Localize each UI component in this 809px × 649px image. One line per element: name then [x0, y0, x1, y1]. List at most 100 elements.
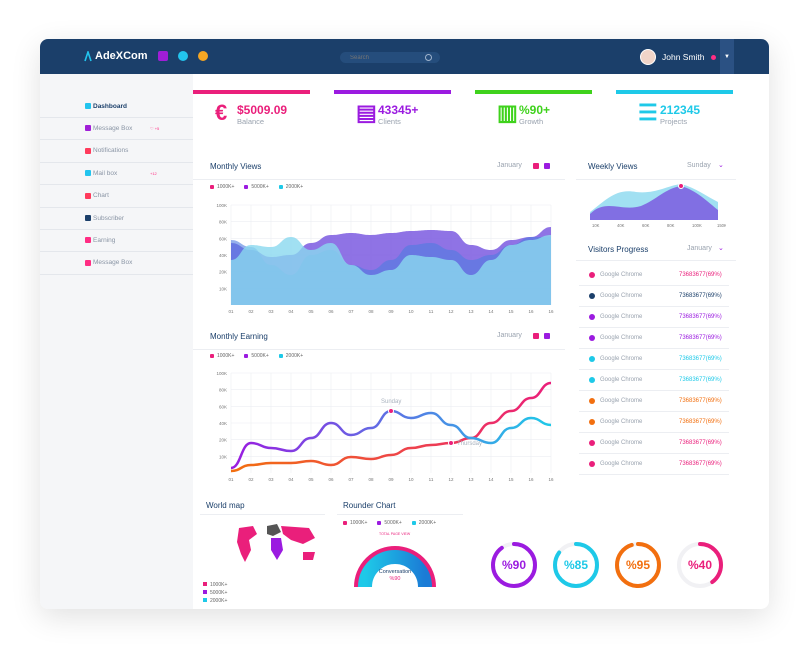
chevron-down-icon: ▼	[724, 53, 730, 60]
header-icon-group	[158, 51, 208, 61]
stat-icon: €	[215, 100, 228, 125]
user-profile[interactable]: John Smith	[640, 49, 716, 65]
avatar[interactable]	[640, 49, 656, 65]
chrome-icon	[589, 314, 595, 320]
sidebar-item-chart[interactable]: Chart	[40, 185, 193, 208]
sidebar-item-subscriber[interactable]: Subscriber	[40, 207, 193, 230]
visitor-count: 73683677(69%)	[679, 335, 722, 341]
user-name: John Smith	[662, 52, 705, 62]
visitor-count: 73683677(69%)	[679, 377, 722, 383]
chrome-icon	[589, 377, 595, 383]
legend-entry: 1000K+	[210, 184, 234, 190]
weekly-views-day: Sunday	[687, 162, 711, 169]
visitor-count: 73683677(69%)	[679, 314, 722, 320]
sidebar-item-mail-box[interactable]: Mail box +12	[40, 162, 193, 186]
legend-label: 1000K+	[210, 582, 228, 588]
stat-card-balance[interactable]: € $5009.09 Balance	[193, 90, 310, 130]
stat-card-growth[interactable]: ▥ %90+ Growth	[475, 90, 592, 130]
legend-swatch	[411, 521, 416, 525]
legend-entry: 1000K+	[210, 353, 234, 359]
legend-label: 1000K+	[217, 353, 235, 359]
mail-icon[interactable]	[158, 51, 168, 61]
chrome-icon	[589, 398, 595, 404]
y-tick-label: 100K	[216, 203, 227, 208]
visitor-row[interactable]: Google Chrome 73683677(69%)	[579, 433, 729, 454]
divider	[193, 179, 565, 180]
logo-mark-icon	[84, 50, 92, 61]
gauge-center-label: Conversation	[378, 569, 412, 575]
highlight-point[interactable]	[678, 183, 684, 189]
stat-card-projects[interactable]: ☰ 212345 Projects	[616, 90, 733, 130]
x-tick-label: 02	[248, 477, 254, 482]
sidebar-item-dashboard[interactable]: Dashboard	[40, 95, 193, 118]
sidebar: Dashboard Message Box ♡ +5 Notifications Mai…	[40, 74, 193, 609]
legend-swatch	[210, 354, 214, 358]
sidebar-item-badge: ♡ +5	[150, 125, 160, 131]
stat-label: Clients	[378, 117, 401, 126]
legend-label: 5000K+	[384, 520, 402, 526]
chrome-icon	[589, 440, 595, 446]
stat-value: $5009.09	[237, 103, 288, 117]
visitor-row[interactable]: Google Chrome 73683677(69%)	[579, 349, 729, 370]
visitor-row[interactable]: Google Chrome 73683677(69%)	[579, 286, 729, 307]
dashboard-window: AdeXCom John Smith ▼ Dashboard Message Bo…	[40, 39, 769, 609]
visitor-row[interactable]: Google Chrome 73683677(69%)	[579, 265, 729, 286]
stat-value: 43345+	[378, 103, 419, 117]
main-content: € $5009.09 Balance ▤ 43345+ Clients ▥ %90+ Growt…	[193, 74, 769, 609]
legend-swatch	[210, 185, 214, 189]
visitor-row[interactable]: Google Chrome 73683677(69%)	[579, 307, 729, 328]
search-input[interactable]	[350, 52, 420, 63]
x-tick-label: 10	[408, 309, 414, 314]
visitor-row[interactable]: Google Chrome 73683677(69%)	[579, 391, 729, 412]
heart-icon	[85, 237, 91, 244]
chrome-icon	[589, 419, 595, 425]
x-tick-label: 11	[429, 309, 434, 314]
fish-icon[interactable]	[198, 51, 208, 61]
chrome-icon	[589, 461, 595, 467]
visitor-count: 73683677(69%)	[679, 356, 722, 362]
visitor-row[interactable]: Google Chrome 73683677(69%)	[579, 454, 729, 475]
next-month-button[interactable]	[544, 333, 550, 339]
chevron-down-icon[interactable]: ⌄	[718, 161, 724, 169]
divider	[200, 514, 325, 515]
monitor-icon	[85, 125, 91, 132]
alarm-icon[interactable]	[178, 51, 188, 61]
x-tick-label: 16	[528, 477, 534, 482]
legend-label: 2000K+	[418, 520, 437, 526]
visitors-month: January	[687, 245, 712, 252]
visitor-row[interactable]: Google Chrome 73683677(69%)	[579, 412, 729, 433]
chevron-down-icon[interactable]: ⌄	[718, 244, 724, 252]
legend-label: 5000K+	[251, 184, 269, 190]
chrome-icon	[589, 293, 595, 299]
map-region-americas	[237, 526, 257, 562]
highlight-point[interactable]	[448, 440, 454, 446]
app-logo[interactable]: AdeXCom	[84, 50, 148, 62]
stat-card-clients[interactable]: ▤ 43345+ Clients	[334, 90, 451, 130]
annotation-label: Sunday	[381, 399, 401, 405]
x-tick-label: 13	[468, 477, 474, 482]
prev-month-button[interactable]	[533, 163, 539, 169]
x-tick-label: 06	[328, 309, 334, 314]
visitor-row[interactable]: Google Chrome 73683677(69%)	[579, 328, 729, 349]
sidebar-item-message-box[interactable]: Message Box ♡ +5	[40, 117, 193, 141]
legend-swatch	[203, 590, 207, 594]
user-menu-toggle[interactable]: ▼	[720, 39, 734, 74]
chrome-icon	[589, 356, 595, 362]
visitor-row[interactable]: Google Chrome 73683677(69%)	[579, 370, 729, 391]
x-tick-label: 100K	[692, 223, 702, 228]
gauge-center-value: %90	[389, 576, 401, 582]
sidebar-item-notifications[interactable]: Notifications	[40, 140, 193, 163]
search-icon[interactable]	[425, 54, 432, 61]
x-tick-label: 02	[248, 309, 254, 314]
sidebar-item-message-box[interactable]: Message Box	[40, 252, 193, 275]
chrome-icon	[589, 335, 595, 341]
highlight-point[interactable]	[388, 408, 394, 414]
browser-name: Google Chrome	[600, 293, 643, 299]
x-tick-label: 08	[368, 477, 374, 482]
x-tick-label: 13	[468, 309, 474, 314]
stat-accent-bar	[193, 90, 310, 94]
share-icon	[85, 215, 91, 221]
prev-month-button[interactable]	[533, 333, 539, 339]
next-month-button[interactable]	[544, 163, 550, 169]
sidebar-item-earning[interactable]: Earning	[40, 229, 193, 253]
